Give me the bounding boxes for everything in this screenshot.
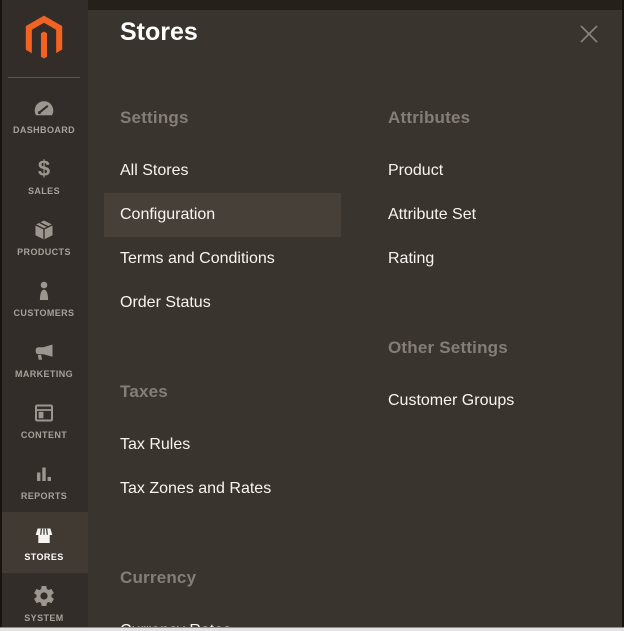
sidebar-item-system[interactable]: SYSTEM bbox=[0, 573, 88, 631]
dollar-sign-icon: $ bbox=[31, 157, 57, 181]
flyout-column-1: Settings All Stores Configuration Terms … bbox=[104, 108, 341, 631]
admin-sidebar: DASHBOARD $ SALES PRODUCTS bbox=[0, 0, 88, 631]
section-header: Settings bbox=[120, 108, 325, 128]
sidebar-divider bbox=[8, 77, 80, 78]
sidebar-item-label: SYSTEM bbox=[24, 613, 63, 623]
menu-item-customer-groups[interactable]: Customer Groups bbox=[372, 379, 609, 423]
stores-flyout-menu: Stores Settings All Stores Configuration… bbox=[88, 10, 624, 631]
box-icon bbox=[31, 218, 57, 242]
magento-logo[interactable] bbox=[0, 0, 88, 77]
sidebar-item-dashboard[interactable]: DASHBOARD bbox=[0, 85, 88, 146]
sidebar-item-label: PRODUCTS bbox=[17, 247, 71, 257]
bar-chart-icon bbox=[31, 462, 57, 486]
sidebar-item-label: SALES bbox=[28, 186, 60, 196]
submenu-section-settings: Settings All Stores Configuration Terms … bbox=[104, 108, 341, 325]
sidebar-item-label: MARKETING bbox=[15, 369, 73, 379]
sidebar-item-label: REPORTS bbox=[21, 491, 67, 501]
megaphone-icon bbox=[31, 340, 57, 364]
sidebar-item-reports[interactable]: REPORTS bbox=[0, 451, 88, 512]
sidebar-item-label: STORES bbox=[24, 552, 63, 562]
section-header: Attributes bbox=[388, 108, 593, 128]
menu-item-terms-and-conditions[interactable]: Terms and Conditions bbox=[104, 237, 341, 281]
sidebar-item-marketing[interactable]: MARKETING bbox=[0, 329, 88, 390]
person-icon bbox=[31, 279, 57, 303]
menu-item-all-stores[interactable]: All Stores bbox=[104, 149, 341, 193]
sidebar-item-label: CONTENT bbox=[21, 430, 67, 440]
dashboard-gauge-icon bbox=[31, 96, 57, 120]
section-header: Currency bbox=[120, 568, 325, 588]
submenu-section-taxes: Taxes Tax Rules Tax Zones and Rates bbox=[104, 382, 341, 511]
submenu-section-attributes: Attributes Product Attribute Set Rating bbox=[372, 108, 609, 281]
page-bottom-edge bbox=[0, 627, 624, 631]
section-header: Other Settings bbox=[388, 338, 593, 358]
menu-item-product[interactable]: Product bbox=[372, 149, 609, 193]
page-top-strip bbox=[88, 0, 624, 10]
section-header: Taxes bbox=[120, 382, 325, 402]
menu-item-order-status[interactable]: Order Status bbox=[104, 281, 341, 325]
magento-logo-icon bbox=[22, 14, 66, 64]
submenu-section-other-settings: Other Settings Customer Groups bbox=[372, 338, 609, 423]
close-icon[interactable] bbox=[578, 23, 600, 45]
sidebar-item-stores[interactable]: STORES bbox=[0, 512, 88, 573]
storefront-icon bbox=[31, 523, 57, 547]
screen-left-edge bbox=[0, 0, 2, 631]
menu-item-rating[interactable]: Rating bbox=[372, 237, 609, 281]
sidebar-item-products[interactable]: PRODUCTS bbox=[0, 207, 88, 268]
gear-icon bbox=[31, 584, 57, 608]
magento-admin-screen: DASHBOARD $ SALES PRODUCTS bbox=[0, 0, 624, 631]
sidebar-item-label: CUSTOMERS bbox=[14, 308, 75, 318]
flyout-column-2: Attributes Product Attribute Set Rating … bbox=[372, 108, 609, 423]
menu-item-attribute-set[interactable]: Attribute Set bbox=[372, 193, 609, 237]
menu-item-configuration[interactable]: Configuration bbox=[104, 193, 341, 237]
menu-item-tax-rules[interactable]: Tax Rules bbox=[104, 423, 341, 467]
flyout-title: Stores bbox=[120, 16, 198, 48]
page-layout-icon bbox=[31, 401, 57, 425]
sidebar-item-sales[interactable]: $ SALES bbox=[0, 146, 88, 207]
sidebar-item-content[interactable]: CONTENT bbox=[0, 390, 88, 451]
sidebar-item-label: DASHBOARD bbox=[13, 125, 75, 135]
sidebar-nav: DASHBOARD $ SALES PRODUCTS bbox=[0, 85, 88, 631]
sidebar-item-customers[interactable]: CUSTOMERS bbox=[0, 268, 88, 329]
menu-item-tax-zones-and-rates[interactable]: Tax Zones and Rates bbox=[104, 467, 341, 511]
submenu-section-currency: Currency Currency Rates bbox=[104, 568, 341, 631]
